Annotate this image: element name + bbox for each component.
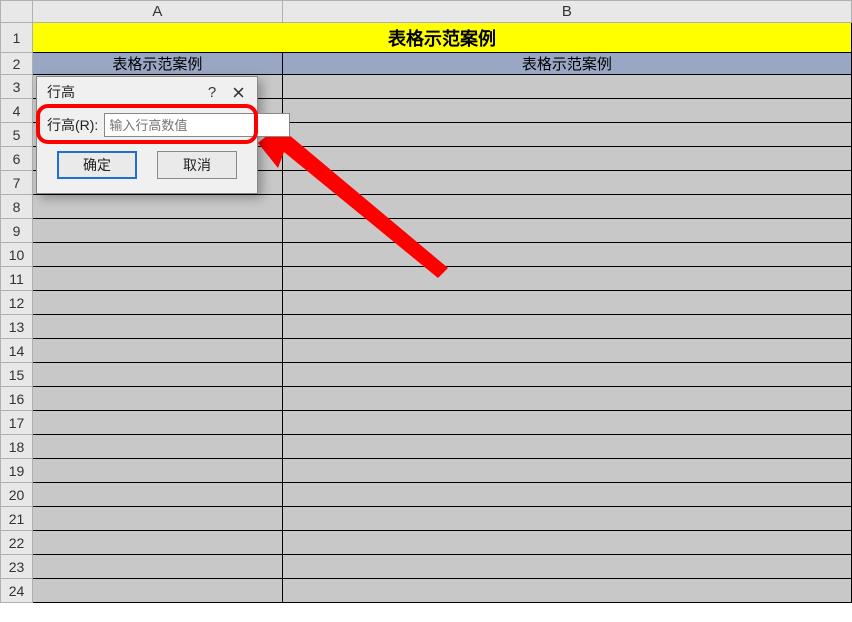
row-header-18[interactable]: 18 <box>1 435 33 459</box>
corner-cell[interactable] <box>1 1 33 23</box>
row-header-1[interactable]: 1 <box>1 23 33 53</box>
row-header-16[interactable]: 16 <box>1 387 33 411</box>
cell-B23[interactable] <box>282 555 851 579</box>
row-header-9[interactable]: 9 <box>1 219 33 243</box>
cell-B4[interactable] <box>282 99 851 123</box>
row-header-14[interactable]: 14 <box>1 339 33 363</box>
cell-B3[interactable] <box>282 75 851 99</box>
cell-B7[interactable] <box>282 171 851 195</box>
dialog-titlebar[interactable]: 行高 ? <box>37 77 257 107</box>
dialog-buttons: 确定 取消 <box>37 143 257 193</box>
cell-A23[interactable] <box>32 555 282 579</box>
cell-B20[interactable] <box>282 483 851 507</box>
cell-A18[interactable] <box>32 435 282 459</box>
cell-A8[interactable] <box>32 195 282 219</box>
close-icon <box>233 87 244 98</box>
row-height-dialog: 行高 ? 行高(R): 确定 取消 <box>36 76 258 194</box>
row-header-3[interactable]: 3 <box>1 75 33 99</box>
row-header-19[interactable]: 19 <box>1 459 33 483</box>
cell-B16[interactable] <box>282 387 851 411</box>
cell-B15[interactable] <box>282 363 851 387</box>
row-header-11[interactable]: 11 <box>1 267 33 291</box>
cell-B8[interactable] <box>282 195 851 219</box>
column-header-B[interactable]: B <box>282 1 851 23</box>
dialog-title-text: 行高 <box>47 82 75 102</box>
merged-title-cell[interactable]: 表格示范案例 <box>32 23 851 53</box>
row-header-22[interactable]: 22 <box>1 531 33 555</box>
cell-B17[interactable] <box>282 411 851 435</box>
cell-A9[interactable] <box>32 219 282 243</box>
row-header-5[interactable]: 5 <box>1 123 33 147</box>
cell-A17[interactable] <box>32 411 282 435</box>
cancel-button[interactable]: 取消 <box>157 151 237 179</box>
row-1: 1 表格示范案例 <box>1 23 852 53</box>
subheader-B[interactable]: 表格示范案例 <box>282 53 851 75</box>
row-header-7[interactable]: 7 <box>1 171 33 195</box>
close-button[interactable] <box>225 81 251 103</box>
cell-B19[interactable] <box>282 459 851 483</box>
row-2: 2 表格示范案例 表格示范案例 <box>1 53 852 75</box>
cell-A16[interactable] <box>32 387 282 411</box>
ok-button[interactable]: 确定 <box>57 151 137 179</box>
cell-B24[interactable] <box>282 579 851 603</box>
row-header-8[interactable]: 8 <box>1 195 33 219</box>
cell-B21[interactable] <box>282 507 851 531</box>
cell-A22[interactable] <box>32 531 282 555</box>
cell-B9[interactable] <box>282 219 851 243</box>
dialog-body: 行高(R): <box>37 107 257 143</box>
row-header-6[interactable]: 6 <box>1 147 33 171</box>
cell-B5[interactable] <box>282 123 851 147</box>
row-header-10[interactable]: 10 <box>1 243 33 267</box>
cell-A20[interactable] <box>32 483 282 507</box>
cell-A13[interactable] <box>32 315 282 339</box>
cell-A12[interactable] <box>32 291 282 315</box>
cell-A14[interactable] <box>32 339 282 363</box>
row-header-12[interactable]: 12 <box>1 291 33 315</box>
cell-A19[interactable] <box>32 459 282 483</box>
row-header-21[interactable]: 21 <box>1 507 33 531</box>
cell-A21[interactable] <box>32 507 282 531</box>
row-height-input[interactable] <box>104 113 290 137</box>
subheader-A[interactable]: 表格示范案例 <box>32 53 282 75</box>
row-header-2[interactable]: 2 <box>1 53 33 75</box>
help-button[interactable]: ? <box>199 81 225 103</box>
column-header-A[interactable]: A <box>32 1 282 23</box>
cell-A11[interactable] <box>32 267 282 291</box>
row-header-24[interactable]: 24 <box>1 579 33 603</box>
cell-B12[interactable] <box>282 291 851 315</box>
cell-B10[interactable] <box>282 243 851 267</box>
row-height-label: 行高(R): <box>47 115 98 135</box>
row-header-17[interactable]: 17 <box>1 411 33 435</box>
column-header-row: A B <box>1 1 852 23</box>
cell-B18[interactable] <box>282 435 851 459</box>
cell-A15[interactable] <box>32 363 282 387</box>
cell-A24[interactable] <box>32 579 282 603</box>
cell-A10[interactable] <box>32 243 282 267</box>
row-header-15[interactable]: 15 <box>1 363 33 387</box>
row-header-20[interactable]: 20 <box>1 483 33 507</box>
cell-B14[interactable] <box>282 339 851 363</box>
cell-B6[interactable] <box>282 147 851 171</box>
row-header-23[interactable]: 23 <box>1 555 33 579</box>
cell-B22[interactable] <box>282 531 851 555</box>
cell-B11[interactable] <box>282 267 851 291</box>
row-header-4[interactable]: 4 <box>1 99 33 123</box>
cell-B13[interactable] <box>282 315 851 339</box>
row-header-13[interactable]: 13 <box>1 315 33 339</box>
